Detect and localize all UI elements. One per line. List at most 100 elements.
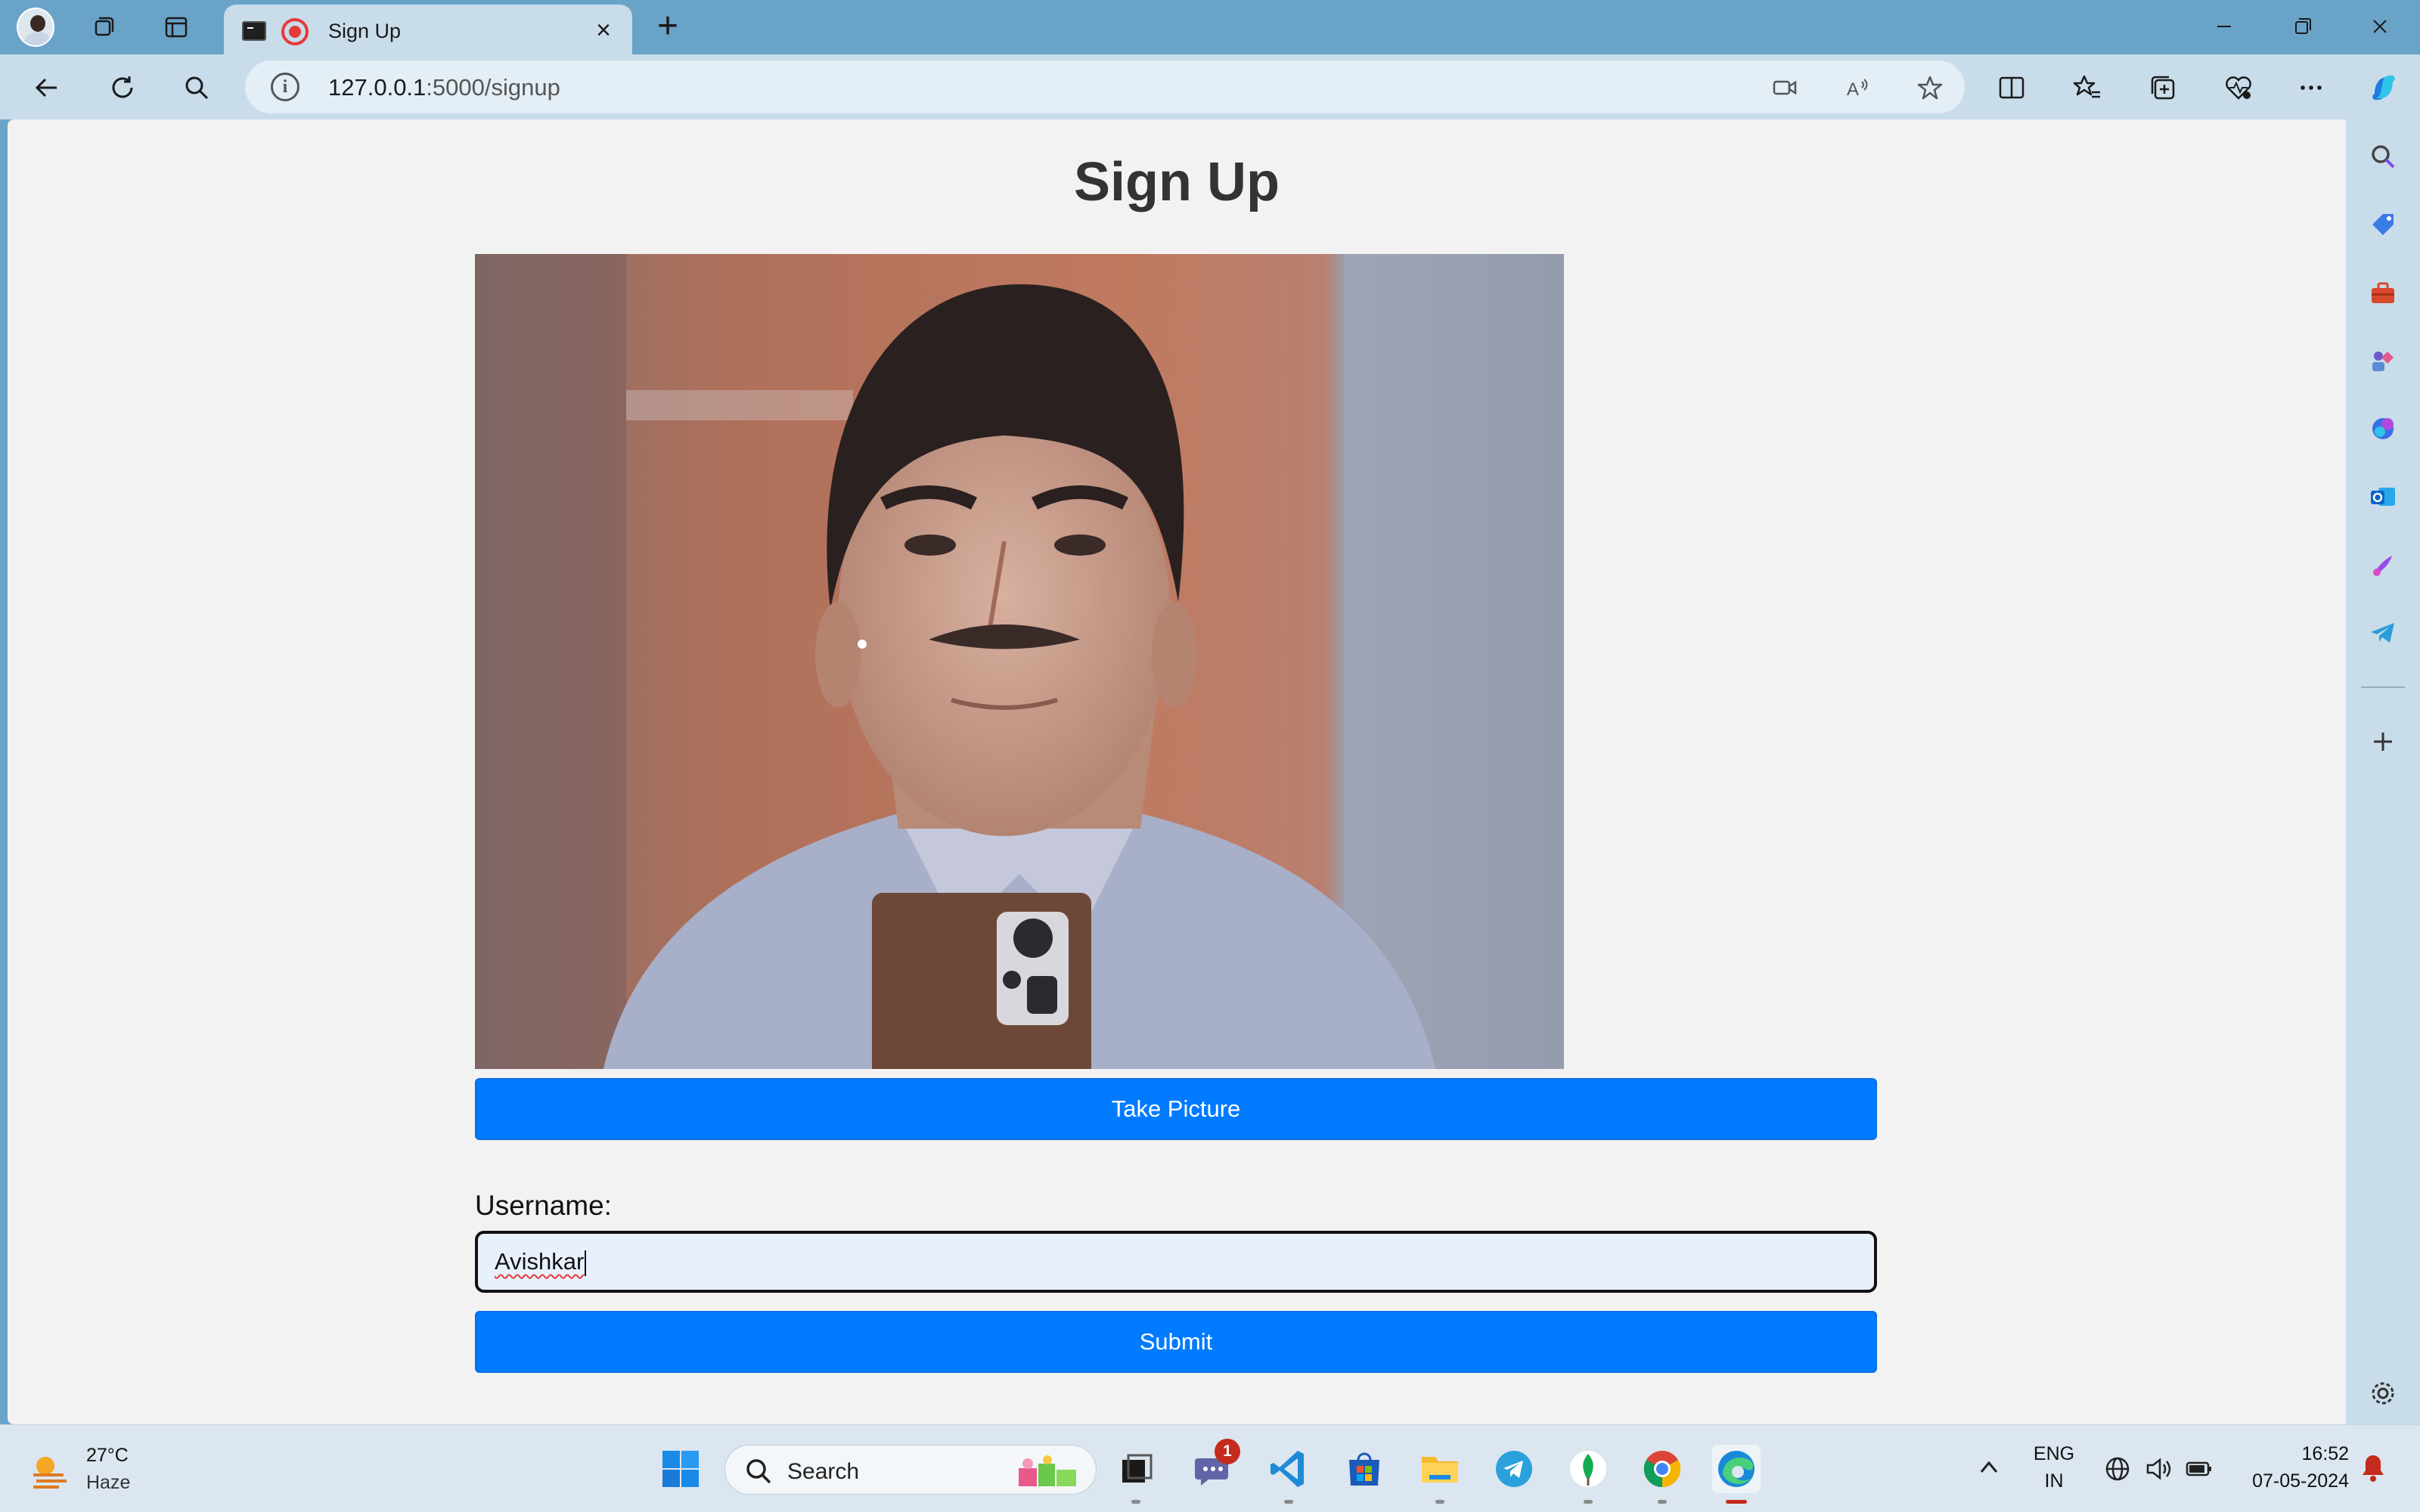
vertical-tabs-icon [165,17,188,38]
teams-chat-icon[interactable]: 1 [1189,1439,1240,1493]
windows-logo-icon [662,1451,699,1487]
mongodb-compass-icon[interactable] [1564,1445,1612,1504]
favorites-icon [2073,75,2100,98]
heart-pulse-icon [2226,76,2251,100]
sidebar-games-icon[interactable] [2364,342,2402,380]
running-indicator [1658,1500,1667,1504]
refresh-icon [112,76,133,98]
workspaces-icon [95,17,114,36]
text-caret [585,1250,587,1276]
search-icon [185,76,209,100]
close-window-button[interactable] [2353,8,2406,45]
sidebar-search-icon[interactable] [2364,138,2402,175]
camera-in-use-icon[interactable] [1768,71,1801,104]
search-icon [746,1459,771,1484]
browser-toolbar: i 127.0.0.1:5000/signup A [0,54,2420,119]
network-globe-icon[interactable] [2102,1454,2133,1484]
read-aloud-icon[interactable]: A [1841,71,1874,104]
tab-actions-button[interactable] [157,9,195,45]
edge-browser-icon[interactable] [1712,1445,1761,1504]
sidebar-shopping-tag-icon[interactable] [2364,206,2402,243]
take-picture-button[interactable]: Take Picture [475,1078,1877,1140]
sidebar-copilot-icon[interactable] [2364,410,2402,448]
site-info-icon[interactable]: i [271,73,299,101]
ellipsis-icon [2301,85,2322,90]
search-highlight-gifts-icon [1019,1455,1076,1486]
weather-haze-icon[interactable] [29,1449,71,1492]
vscode-icon[interactable] [1264,1445,1313,1504]
tab-sign-up[interactable]: Sign Up × [224,5,632,54]
clock-time[interactable]: 16:52 [2261,1443,2349,1465]
url-path: :5000/signup [426,74,560,101]
battery-icon[interactable] [2184,1454,2214,1484]
avatar [17,8,54,47]
add-favorite-star-icon[interactable] [1913,71,1947,104]
edge-sidebar [2346,119,2420,1424]
close-icon [2373,20,2387,33]
collections-icon [2151,76,2175,100]
page-title: Sign Up [1074,152,1280,212]
terminal-favicon-icon [242,21,266,41]
sidebar-telegram-icon[interactable] [2364,614,2402,652]
username-input[interactable]: Avishkar [475,1231,1877,1293]
more-options-button[interactable] [2291,68,2331,107]
new-tab-button[interactable]: + [649,8,687,45]
title-bar: Sign Up × + [0,0,2420,54]
split-screen-icon [1999,76,2024,99]
close-tab-icon[interactable]: × [590,17,617,44]
telegram-icon[interactable] [1490,1445,1538,1493]
notification-badge: 1 [1215,1439,1240,1464]
taskbar-search-box[interactable]: Search [724,1445,1097,1495]
collections-button[interactable] [2143,68,2183,107]
input-language-line2[interactable]: IN [2031,1470,2077,1492]
running-indicator [1435,1500,1444,1504]
username-value: Avishkar [495,1248,585,1275]
weather-temperature: 27°C [86,1445,129,1466]
start-button[interactable] [656,1445,705,1493]
url-text[interactable]: 127.0.0.1:5000/signup [328,74,560,101]
favorites-button[interactable] [2068,68,2107,107]
file-explorer-icon[interactable] [1416,1445,1464,1504]
submit-button[interactable]: Submit [475,1311,1877,1373]
show-hidden-icons-chevron-up-icon[interactable] [1974,1452,2004,1483]
sidebar-designer-icon[interactable] [2364,546,2402,584]
restore-icon [2295,18,2311,34]
copilot-button[interactable] [2364,68,2403,107]
input-language-line1[interactable]: ENG [2031,1443,2077,1465]
performance-button[interactable] [2219,68,2258,107]
notification-bell-icon[interactable] [2358,1452,2388,1484]
running-indicator [1131,1500,1140,1504]
refresh-button[interactable] [103,68,142,107]
svg-text:A: A [1847,79,1859,100]
minimize-button[interactable] [2198,8,2251,45]
search-button[interactable] [177,68,216,107]
workspaces-button[interactable] [86,9,124,45]
back-arrow-icon [35,78,57,98]
sidebar-tools-icon[interactable] [2364,274,2402,311]
windows-taskbar: 27°C Haze Search 1 ENG IN 16:52 07-05-20… [0,1424,2420,1512]
weather-description: Haze [86,1472,131,1493]
running-indicator [1584,1500,1593,1504]
chrome-icon[interactable] [1638,1445,1686,1504]
copilot-icon [2372,75,2395,101]
split-screen-button[interactable] [1992,68,2031,107]
profile-avatar-button[interactable] [17,8,54,47]
microsoft-store-icon[interactable] [1340,1445,1388,1493]
taskbar-search-label: Search [787,1459,860,1484]
recording-icon [281,18,309,45]
sidebar-add-icon[interactable] [2364,723,2402,761]
volume-icon[interactable] [2143,1454,2173,1484]
webcam-video-feed [475,254,1564,1069]
running-indicator [1284,1500,1293,1504]
active-app-indicator [1726,1500,1747,1504]
url-host: 127.0.0.1 [328,74,427,101]
sidebar-divider [2361,686,2405,688]
tab-title: Sign Up [328,20,402,42]
task-view-icon[interactable] [1112,1445,1160,1504]
address-bar[interactable]: i 127.0.0.1:5000/signup A [245,60,1965,113]
clock-date[interactable]: 07-05-2024 [2231,1470,2349,1492]
restore-button[interactable] [2276,8,2329,45]
back-button[interactable] [27,68,67,107]
sidebar-settings-icon[interactable] [2364,1374,2402,1412]
sidebar-outlook-icon[interactable] [2364,478,2402,516]
